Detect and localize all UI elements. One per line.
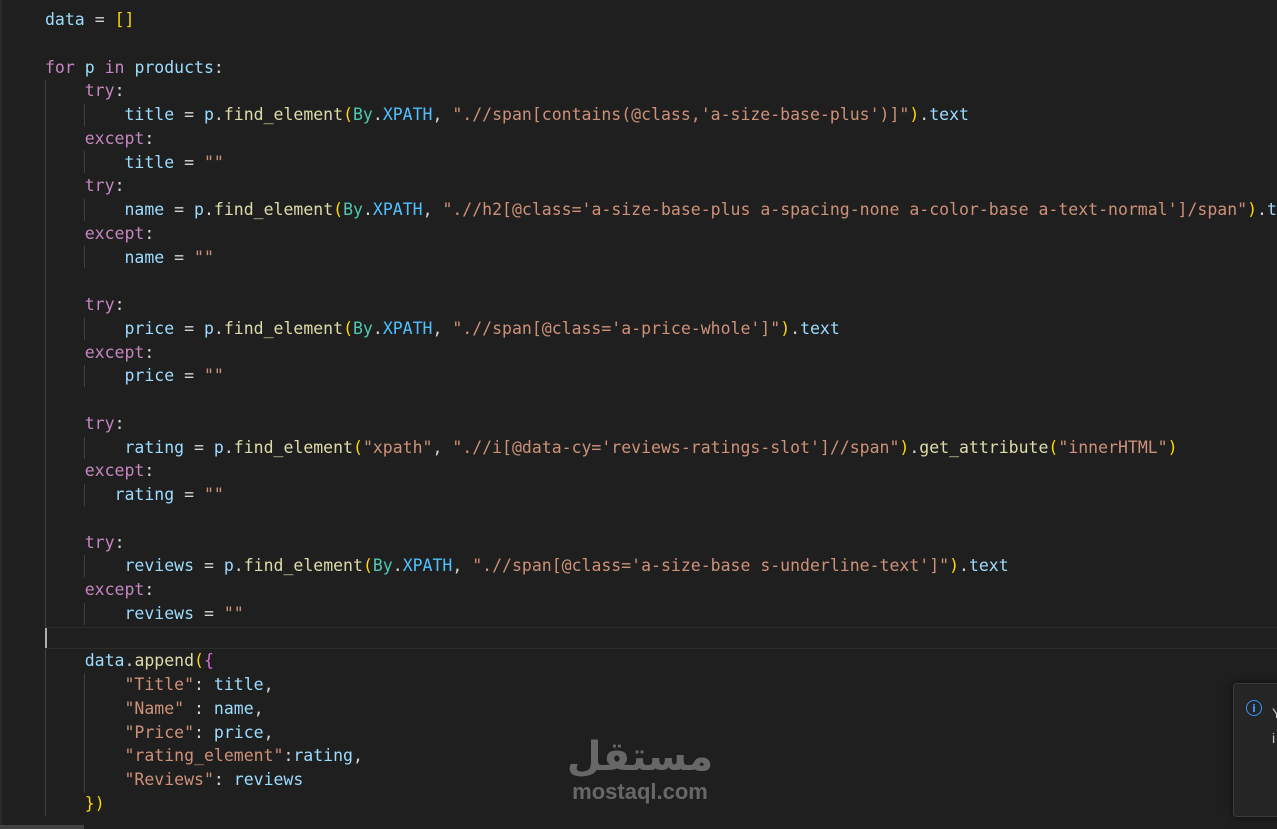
editor-gutter-edge [0,0,2,829]
watermark-arabic: مستقل [566,734,714,780]
code-line-text: data = [] [45,10,135,29]
code-line-text: except: [84,223,155,243]
horizontal-scrollbar[interactable] [0,825,84,829]
code-line-text: try: [84,532,125,552]
code-line-text: }) [84,793,105,813]
code-line-text: except: [84,128,155,148]
code-line-text: title = p.find_element(By.XPATH, ".//spa… [124,105,969,124]
code-line-text: "Title": title, [124,675,274,694]
code-editor[interactable]: data = [] for p in products: try: title =… [0,0,1277,829]
code-line-text: except: [84,342,155,362]
code-line-text: rating = "" [114,485,224,504]
code-line-text: "Name" : name, [124,698,264,718]
code-line-text: title = "" [124,152,224,172]
mostaql-watermark: مستقل mostaql.com [560,735,720,805]
text-caret [45,628,47,648]
notification-text: Y i [1272,701,1277,751]
notification-text-line2: i [1272,730,1276,746]
info-icon: i [1246,700,1262,716]
code-line-text: data.append({ [84,651,214,671]
code-line-text: "rating_element":rating, [124,746,363,766]
code-line-text: "Price": price, [124,722,274,742]
code-line-text: try: [84,295,125,314]
watermark-latin: mostaql.com [572,779,708,804]
code-line-text: name = "" [124,247,214,267]
code-line-text: name = p.find_element(By.XPATH, ".//h2[@… [124,200,1277,219]
notification-text-line1: Y [1272,705,1277,721]
current-line-highlight [45,627,1277,649]
code-line-text: for p in products: [45,57,224,77]
code-line-text: try: [84,176,125,196]
code-line-text: price = "" [124,366,224,386]
code-line-text: rating = p.find_element("xpath", ".//i[@… [124,437,1178,457]
code-line-text: except: [84,580,155,599]
code-line-text: reviews = "" [124,603,244,623]
code-line-text: price = p.find_element(By.XPATH, ".//spa… [124,318,840,338]
notification-toast[interactable]: i Y i [1233,683,1277,817]
code-line-text: reviews = p.find_element(By.XPATH, ".//s… [124,556,1009,576]
code-line-text: "Reviews": reviews [124,770,304,789]
code-line-text: try: [84,413,125,433]
code-line-text: except: [84,461,155,481]
code-line-text: try: [84,81,125,101]
